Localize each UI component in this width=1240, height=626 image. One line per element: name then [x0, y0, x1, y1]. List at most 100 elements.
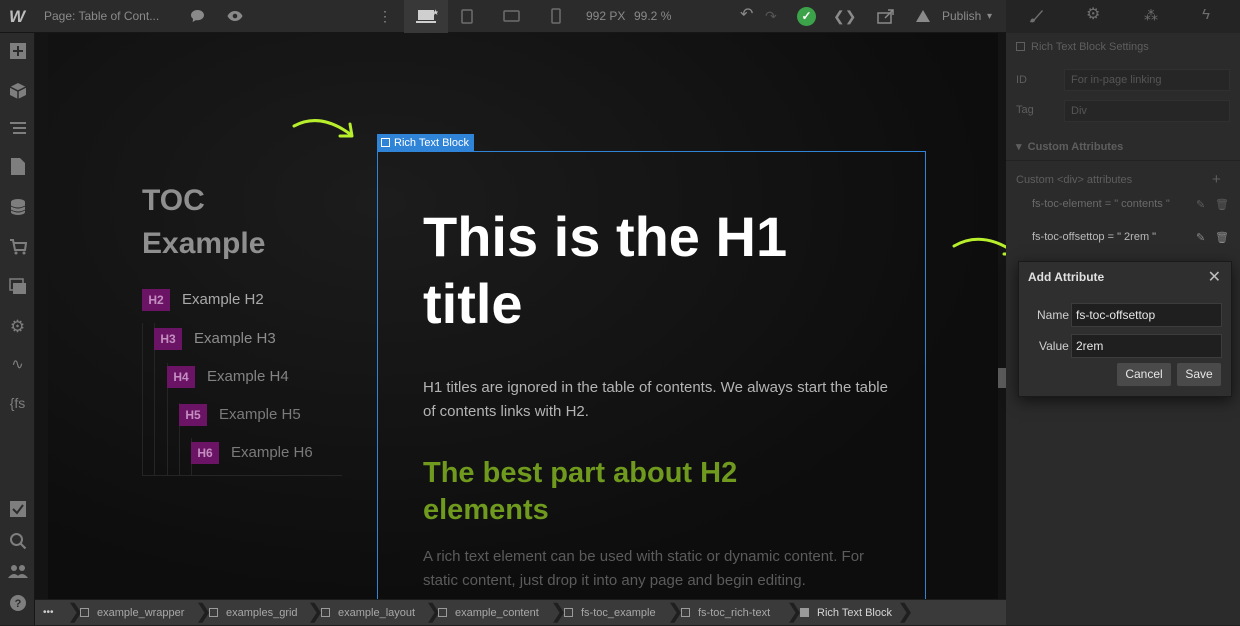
custom-attributes-toggle[interactable]: ▾ Custom Attributes — [1016, 140, 1123, 153]
breadcrumb-item[interactable]: examples_grid — [209, 600, 298, 626]
gear-icon[interactable]: ⚙ — [1086, 7, 1100, 23]
webflow-logo-icon[interactable]: W — [9, 7, 25, 27]
svg-text:★: ★ — [432, 8, 438, 17]
canvas-scrollbar[interactable] — [998, 368, 1006, 388]
publish-icon — [915, 9, 931, 25]
chevron-down-icon: ▾ — [1016, 141, 1022, 153]
breadcrumb-item-current[interactable]: Rich Text Block — [800, 600, 892, 626]
dialog-title: Add Attribute — [1028, 270, 1105, 284]
designer-canvas[interactable]: TOC Example H2 Example H2 H3 Example H3 … — [35, 33, 1006, 599]
toc-link-label: Example H6 — [231, 444, 313, 461]
toc-heading-line2: Example — [142, 227, 266, 260]
ecommerce-icon[interactable] — [0, 238, 35, 260]
h1-line1: This is the H1 — [423, 205, 788, 268]
attribute-row-selected[interactable]: fs-toc-offsettop = " 2rem " ✎ 🗑 — [1026, 231, 1232, 244]
tag-select[interactable]: Div — [1064, 100, 1230, 122]
add-attribute-dialog: Add Attribute ✕ Name Value Cancel Save — [1018, 261, 1232, 397]
chevron-down-icon[interactable]: ▾ — [987, 10, 992, 24]
panel-tabs: ⚙ ⁂ ϟ — [1006, 0, 1240, 33]
phone-icon[interactable] — [551, 8, 561, 26]
checklist-icon[interactable] — [0, 500, 35, 523]
trash-icon[interactable]: 🗑 — [1215, 198, 1229, 211]
left-toolbar: ⚙ ∿ {fs ? — [0, 33, 35, 625]
code-icon[interactable]: ❮❯ — [833, 9, 856, 23]
div-block-icon — [438, 608, 447, 617]
attribute-row[interactable]: fs-toc-element = " contents " ✎ 🗑 — [1026, 198, 1232, 211]
layers-icon[interactable] — [0, 120, 35, 141]
cancel-button[interactable]: Cancel — [1117, 363, 1171, 386]
trash-icon[interactable]: 🗑 — [1215, 231, 1229, 244]
page-selector[interactable]: Page: Table of Cont... — [44, 9, 159, 23]
annotation-arrow-icon — [292, 119, 354, 138]
attribute-name-input[interactable] — [1071, 303, 1222, 327]
users-icon[interactable] — [0, 563, 35, 584]
search-icon[interactable] — [0, 532, 35, 555]
edit-icon[interactable]: ✎ — [1196, 198, 1205, 211]
cms-icon[interactable] — [0, 198, 35, 221]
redo-icon[interactable]: ↷ — [765, 9, 777, 23]
more-vertical-icon[interactable]: ⋮ — [378, 9, 392, 23]
audit-icon[interactable]: ∿ — [0, 355, 35, 375]
zoom-readout: 99.2 % — [634, 9, 672, 23]
breadcrumb-item[interactable]: example_wrapper — [80, 600, 184, 626]
breadcrumb-item[interactable]: example_content — [438, 600, 539, 626]
breadcrumb: ••• ❯ example_wrapper ❯ examples_grid ❯ … — [35, 599, 1006, 625]
heading-tag-h2: H2 — [142, 289, 170, 311]
toc-link-label: Example H3 — [194, 330, 276, 347]
lightning-icon[interactable]: ϟ — [1202, 7, 1210, 22]
heading-tag-h3: H3 — [154, 328, 182, 350]
breadcrumb-more[interactable]: ••• — [43, 600, 54, 626]
div-block-icon — [209, 608, 218, 617]
desktop-breakpoint-button[interactable]: ★ — [404, 0, 448, 33]
assets-icon[interactable] — [0, 278, 35, 300]
rich-text-h1: This is the H1 title — [423, 203, 787, 337]
toc-link-label: Example H5 — [219, 406, 301, 423]
breadcrumb-item[interactable]: example_layout — [321, 600, 415, 626]
toc-heading: TOC Example — [142, 179, 265, 265]
save-button[interactable]: Save — [1177, 363, 1221, 386]
breadcrumb-item[interactable]: fs-toc_example — [564, 600, 656, 626]
rich-text-icon — [381, 138, 390, 147]
desktop-icon: ★ — [416, 8, 438, 23]
toc-heading-line1: TOC — [142, 184, 205, 217]
add-attribute-icon[interactable]: + — [1212, 171, 1221, 188]
check-icon[interactable]: ✓ — [797, 7, 816, 26]
interactions-icon[interactable]: ⁂ — [1144, 8, 1158, 22]
top-toolbar: W Page: Table of Cont... ⋮ ★ 992 PX 99.2… — [0, 0, 1240, 33]
toc-link-label: Example H4 — [207, 368, 289, 385]
id-input[interactable]: For in-page linking — [1064, 69, 1230, 91]
close-icon[interactable]: ✕ — [1208, 267, 1221, 287]
svg-text:?: ? — [14, 598, 21, 610]
div-block-icon — [321, 608, 330, 617]
attribute-value-input[interactable] — [1071, 334, 1222, 358]
cube-icon[interactable] — [0, 82, 35, 105]
add-icon[interactable] — [0, 42, 35, 65]
publish-button[interactable]: Publish — [942, 9, 981, 23]
heading-tag-h5: H5 — [179, 404, 207, 426]
edit-icon[interactable]: ✎ — [1196, 231, 1205, 244]
export-icon[interactable] — [877, 8, 895, 26]
tablet-landscape-icon[interactable] — [503, 10, 520, 24]
heading-tag-h4: H4 — [167, 366, 195, 388]
comment-icon[interactable] — [190, 9, 205, 25]
settings-icon[interactable]: ⚙ — [0, 317, 35, 337]
id-label: ID — [1016, 74, 1027, 86]
eye-icon[interactable] — [227, 9, 243, 25]
tablet-icon[interactable] — [461, 9, 473, 26]
rich-text-paragraph-2: A rich text element can be used with sta… — [423, 548, 865, 589]
div-block-icon — [564, 608, 573, 617]
undo-icon[interactable]: ↶ — [740, 7, 753, 23]
div-block-icon — [80, 608, 89, 617]
help-icon[interactable]: ? — [0, 594, 35, 617]
h2-line2: elements — [423, 494, 549, 526]
value-label: Value — [1039, 339, 1069, 353]
finsweet-icon[interactable]: {fs — [0, 393, 35, 413]
rich-text-icon — [800, 608, 809, 617]
custom-div-label: Custom <div> attributes — [1016, 174, 1133, 186]
selected-element-label[interactable]: Rich Text Block — [377, 134, 474, 152]
breadcrumb-item[interactable]: fs-toc_rich-text — [681, 600, 770, 626]
pages-icon[interactable] — [0, 157, 35, 181]
page-preview: TOC Example H2 Example H2 H3 Example H3 … — [48, 33, 998, 599]
brush-icon[interactable] — [1028, 8, 1044, 26]
rich-text-icon — [1016, 42, 1025, 51]
